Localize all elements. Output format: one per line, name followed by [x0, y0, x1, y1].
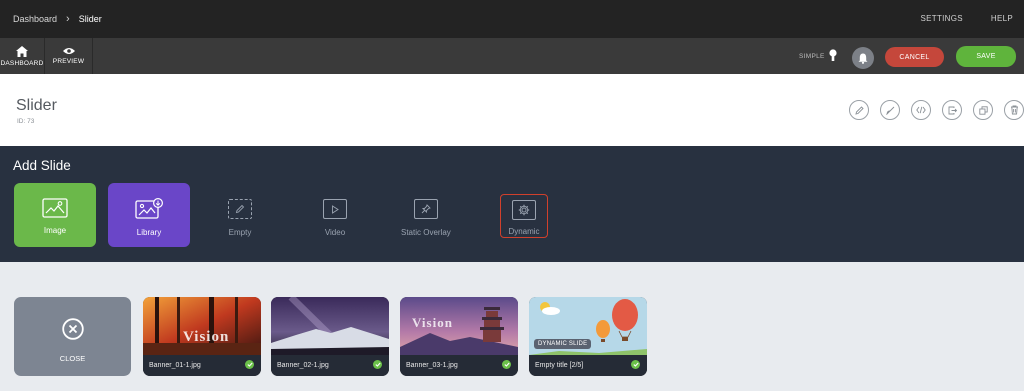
- video-option-label: Video: [324, 228, 346, 237]
- help-link[interactable]: HELP: [991, 14, 1013, 23]
- slide-filename: Banner_01-1.jpg: [143, 355, 261, 376]
- page-id: ID: 73: [17, 118, 35, 125]
- dashboard-button[interactable]: DASHBOARD: [0, 38, 45, 74]
- chevron-right-icon: ›: [66, 13, 70, 25]
- add-image-slide-button[interactable]: Image: [14, 183, 96, 247]
- breadcrumb-current: Slider: [78, 14, 102, 24]
- title-actions: [849, 100, 1024, 120]
- slide-card[interactable]: DYNAMIC SLIDE Empty title [2/5]: [529, 297, 647, 376]
- close-slides-button[interactable]: CLOSE: [14, 297, 131, 376]
- preview-button[interactable]: PREVIEW: [45, 38, 93, 74]
- cancel-button[interactable]: CANCEL: [885, 47, 944, 67]
- pencil-icon: [235, 204, 245, 214]
- slide-card[interactable]: Banner_02-1.jpg: [271, 297, 389, 376]
- add-library-slide-button[interactable]: Library: [108, 183, 190, 247]
- overlay-option-label: Static Overlay: [401, 228, 451, 237]
- delete-button[interactable]: [1004, 100, 1024, 120]
- slide-filename: Banner_02-1.jpg: [271, 355, 389, 376]
- close-label: CLOSE: [59, 354, 86, 363]
- export-button[interactable]: [942, 100, 962, 120]
- preview-button-label: PREVIEW: [52, 58, 85, 65]
- dynamic-option-label: Dynamic: [508, 227, 540, 236]
- video-icon: [323, 199, 347, 219]
- add-video-slide-button[interactable]: Video: [323, 199, 347, 237]
- image-tile-label: Image: [43, 226, 67, 235]
- gear-icon: [518, 204, 530, 216]
- trash-icon: [1010, 105, 1018, 115]
- dashboard-button-label: DASHBOARD: [0, 59, 44, 67]
- library-tile-label: Library: [136, 228, 162, 237]
- style-button[interactable]: [880, 100, 900, 120]
- dynamic-slide-badge: DYNAMIC SLIDE: [534, 339, 592, 349]
- mode-label: SIMPLE: [799, 53, 825, 60]
- export-icon: [948, 106, 957, 114]
- play-icon: [332, 204, 339, 214]
- check-icon: [245, 360, 254, 369]
- page-title: Slider: [16, 97, 57, 114]
- save-button[interactable]: SAVE: [956, 46, 1016, 67]
- breadcrumb: Dashboard › Slider: [13, 13, 102, 25]
- notifications-button[interactable]: [852, 47, 874, 69]
- settings-link[interactable]: SETTINGS: [920, 14, 962, 23]
- slide-filename: Banner_03-1.jpg: [400, 355, 518, 376]
- slide-watermark: Vision: [183, 329, 230, 345]
- breadcrumb-dashboard-link[interactable]: Dashboard: [13, 14, 57, 24]
- slide-thumbnail: [271, 297, 389, 355]
- add-static-overlay-button[interactable]: Static Overlay: [401, 199, 451, 237]
- slide-thumbnail: [143, 297, 261, 355]
- bell-icon: [858, 53, 868, 64]
- dynamic-icon: [512, 200, 536, 220]
- title-section: Slider ID: 73: [0, 74, 1024, 146]
- lightbulb-icon[interactable]: [829, 49, 837, 63]
- empty-slide-icon: [228, 199, 252, 219]
- check-icon: [502, 360, 511, 369]
- slide-card[interactable]: Vision Banner_03-1.jpg: [400, 297, 518, 376]
- top-bar: Dashboard › Slider SETTINGS HELP: [0, 0, 1024, 38]
- add-empty-slide-button[interactable]: Empty: [228, 199, 252, 237]
- slide-watermark: Vision: [412, 315, 453, 330]
- slide-card[interactable]: Vision Banner_01-1.jpg: [143, 297, 261, 376]
- code-icon: [916, 106, 926, 114]
- add-dynamic-slide-button[interactable]: Dynamic: [500, 194, 548, 238]
- duplicate-button[interactable]: [973, 100, 993, 120]
- edit-button[interactable]: [849, 100, 869, 120]
- library-icon: [135, 198, 163, 219]
- check-icon: [373, 360, 382, 369]
- add-slide-panel: Add Slide Image Library Empty Video Stat…: [0, 146, 1024, 262]
- top-nav: SETTINGS HELP: [920, 14, 1013, 23]
- pin-icon: [421, 204, 431, 214]
- add-slide-heading: Add Slide: [13, 158, 71, 173]
- brush-icon: [885, 106, 894, 115]
- image-icon: [42, 198, 68, 218]
- home-icon: [16, 45, 28, 57]
- slide-filename: Empty title [2/5]: [529, 355, 647, 376]
- duplicate-icon: [978, 105, 988, 115]
- edit-icon: [854, 105, 864, 115]
- code-button[interactable]: [911, 100, 931, 120]
- eye-icon: [62, 48, 75, 54]
- overlay-icon: [413, 199, 438, 219]
- empty-option-label: Empty: [228, 228, 252, 237]
- close-icon: [61, 318, 84, 340]
- check-icon: [631, 360, 640, 369]
